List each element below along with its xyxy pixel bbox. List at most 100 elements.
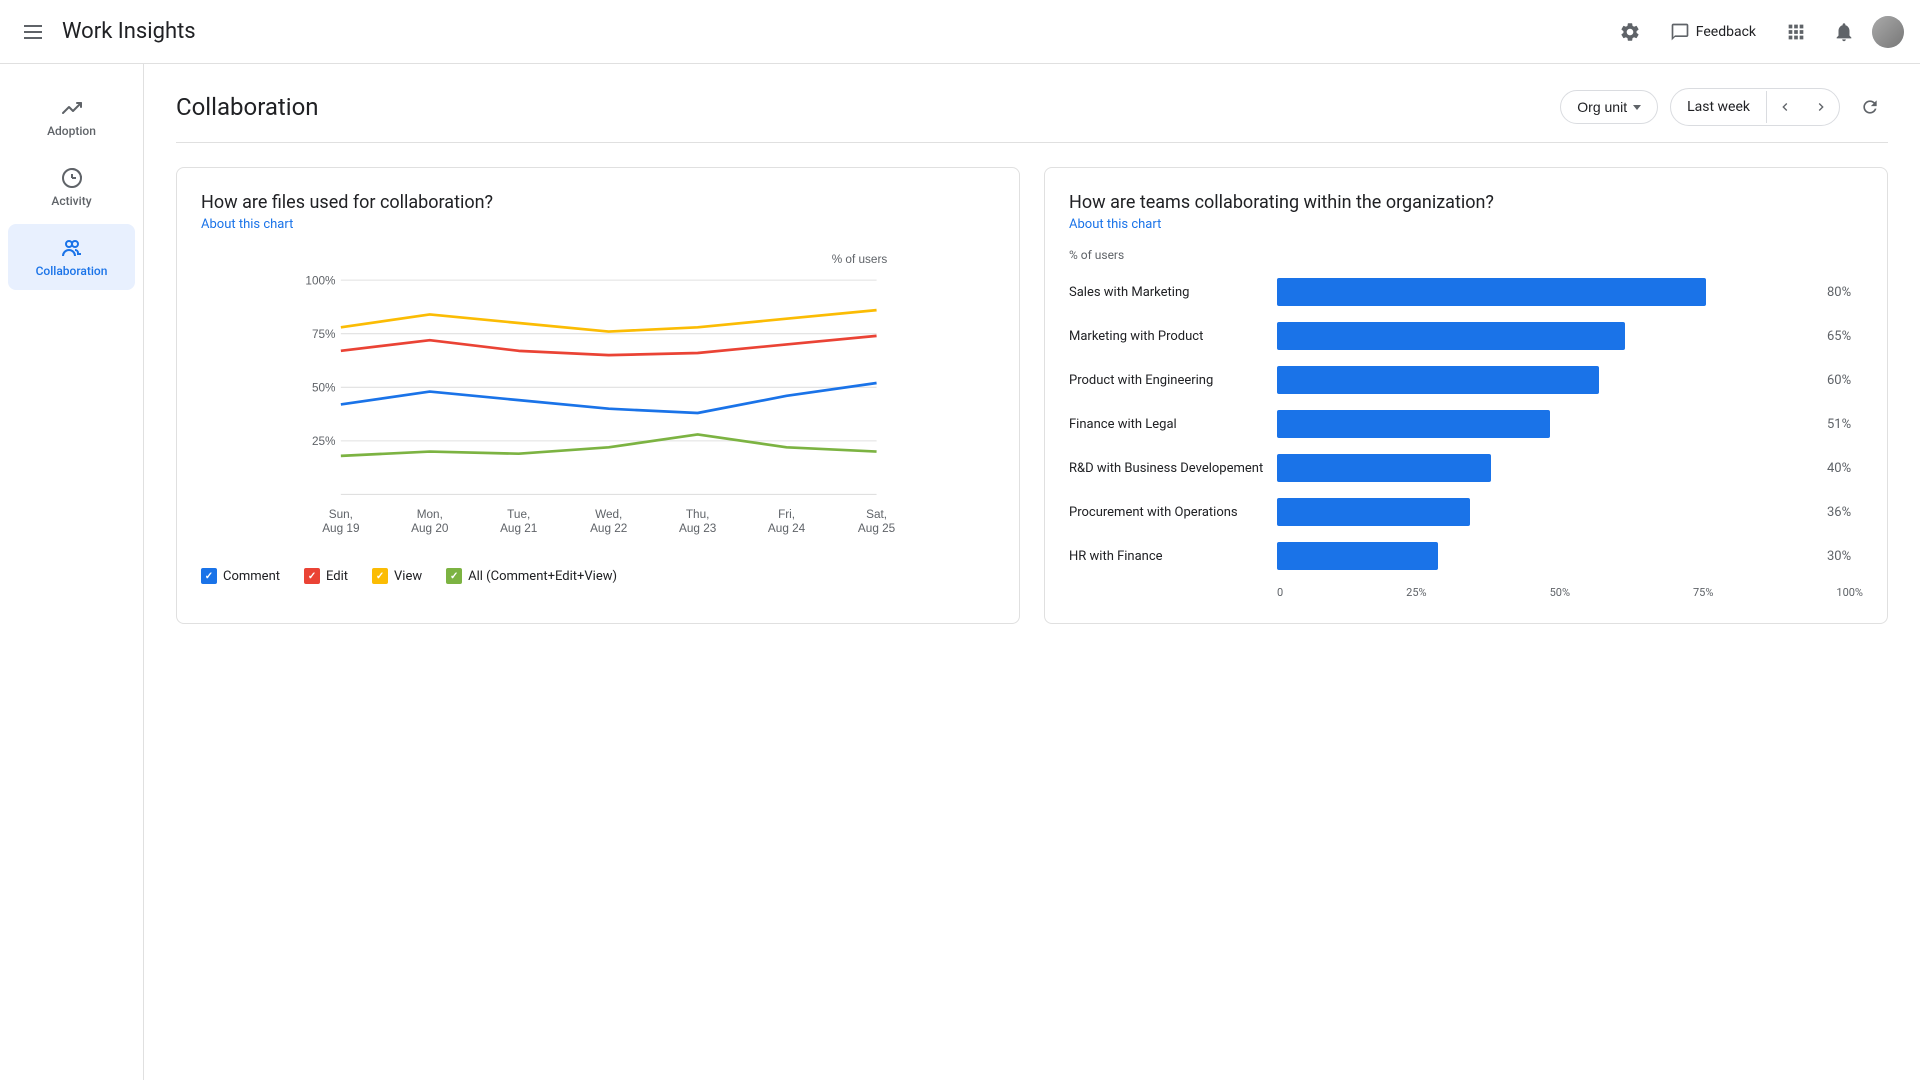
bar-label: Finance with Legal bbox=[1069, 417, 1269, 432]
page-controls: Org unit Last week bbox=[1560, 88, 1888, 126]
bar-pct: 80% bbox=[1827, 285, 1863, 300]
svg-text:Aug 23: Aug 23 bbox=[679, 522, 717, 535]
main-content: Collaboration Org unit Last week bbox=[144, 64, 1920, 648]
bar-fill bbox=[1277, 366, 1599, 394]
bar-chart-card: How are teams collaborating within the o… bbox=[1044, 167, 1888, 624]
svg-text:Aug 25: Aug 25 bbox=[858, 522, 896, 535]
date-range-label: Last week bbox=[1671, 91, 1767, 123]
svg-text:50%: 50% bbox=[312, 382, 336, 395]
svg-text:Aug 19: Aug 19 bbox=[322, 522, 359, 535]
settings-button[interactable] bbox=[1610, 12, 1650, 52]
legend-view[interactable]: ✓ View bbox=[372, 568, 422, 584]
menu-button[interactable] bbox=[16, 17, 50, 47]
legend-comment-label: Comment bbox=[223, 569, 280, 584]
sidebar-label-collaboration: Collaboration bbox=[36, 264, 108, 278]
svg-text:Tue,: Tue, bbox=[507, 508, 530, 521]
x-tick-0: 0 bbox=[1277, 586, 1283, 599]
bar-rows: Sales with Marketing 80% Marketing with Pr… bbox=[1069, 278, 1863, 570]
svg-text:Mon,: Mon, bbox=[417, 508, 443, 521]
svg-text:Aug 24: Aug 24 bbox=[768, 522, 806, 535]
bar-chart-about-link[interactable]: About this chart bbox=[1069, 217, 1863, 232]
legend-comment[interactable]: ✓ Comment bbox=[201, 568, 280, 584]
bar-pct: 30% bbox=[1827, 549, 1863, 564]
legend-view-label: View bbox=[394, 569, 422, 584]
sidebar-item-activity[interactable]: Activity bbox=[8, 154, 135, 220]
notifications-button[interactable] bbox=[1824, 12, 1864, 52]
header-right: Feedback bbox=[1610, 12, 1904, 52]
svg-text:Aug 21: Aug 21 bbox=[500, 522, 537, 535]
page-header: Collaboration Org unit Last week bbox=[176, 88, 1888, 143]
date-nav: Last week bbox=[1670, 88, 1840, 126]
bar-chart-y-label: % of users bbox=[1069, 248, 1863, 262]
legend-all-label: All (Comment+Edit+View) bbox=[468, 569, 617, 584]
sidebar-item-adoption[interactable]: Adoption bbox=[8, 84, 135, 150]
sidebar-item-collaboration[interactable]: Collaboration bbox=[8, 224, 135, 290]
bar-row: Finance with Legal 51% bbox=[1069, 410, 1863, 438]
bar-track bbox=[1277, 410, 1813, 438]
svg-text:100%: 100% bbox=[305, 274, 336, 287]
line-chart-legend: ✓ Comment ✓ Edit ✓ View bbox=[201, 568, 995, 584]
refresh-button[interactable] bbox=[1852, 89, 1888, 125]
bar-fill bbox=[1277, 410, 1550, 438]
chevron-down-icon bbox=[1633, 105, 1641, 110]
bar-row: Marketing with Product 65% bbox=[1069, 322, 1863, 350]
svg-text:Sun,: Sun, bbox=[329, 508, 353, 521]
prev-date-button[interactable] bbox=[1767, 89, 1803, 125]
bar-track bbox=[1277, 366, 1813, 394]
bar-track bbox=[1277, 278, 1813, 306]
next-date-button[interactable] bbox=[1803, 89, 1839, 125]
legend-all[interactable]: ✓ All (Comment+Edit+View) bbox=[446, 568, 617, 584]
svg-text:Thu,: Thu, bbox=[686, 508, 710, 521]
legend-comment-checkbox: ✓ bbox=[201, 568, 217, 584]
sidebar-label-adoption: Adoption bbox=[47, 124, 96, 138]
x-tick-75: 75% bbox=[1693, 586, 1713, 599]
x-tick-25: 25% bbox=[1406, 586, 1426, 599]
feedback-icon bbox=[1670, 22, 1690, 42]
feedback-button[interactable]: Feedback bbox=[1658, 14, 1768, 50]
header-left: Work Insights bbox=[16, 17, 1610, 47]
bar-row: Product with Engineering60% bbox=[1069, 366, 1863, 394]
bar-pct: 65% bbox=[1827, 329, 1863, 344]
bar-label: Marketing with Product bbox=[1069, 329, 1269, 344]
svg-text:25%: 25% bbox=[312, 435, 336, 448]
header: Work Insights Feedback bbox=[0, 0, 1920, 64]
line-chart-svg: % of users 100% 75% 50% 25% bbox=[201, 248, 995, 548]
org-unit-button[interactable]: Org unit bbox=[1560, 90, 1658, 124]
sidebar-label-activity: Activity bbox=[51, 194, 91, 208]
bar-label: Procurement with Operations bbox=[1069, 505, 1269, 520]
bell-icon bbox=[1833, 21, 1855, 43]
bar-label: HR with Finance bbox=[1069, 549, 1269, 564]
bar-row: HR with Finance 30% bbox=[1069, 542, 1863, 570]
line-chart-about-link[interactable]: About this chart bbox=[201, 217, 995, 232]
page-title: Collaboration bbox=[176, 93, 319, 121]
chevron-right-icon bbox=[1813, 99, 1829, 115]
avatar[interactable] bbox=[1872, 16, 1904, 48]
bar-pct: 40% bbox=[1827, 461, 1863, 476]
legend-edit-label: Edit bbox=[326, 569, 348, 584]
chevron-left-icon bbox=[1777, 99, 1793, 115]
apps-icon bbox=[1785, 21, 1807, 43]
bar-pct: 51% bbox=[1827, 417, 1863, 432]
bar-track bbox=[1277, 322, 1813, 350]
legend-edit-checkbox: ✓ bbox=[304, 568, 320, 584]
bar-label: Sales with Marketing bbox=[1069, 285, 1269, 300]
svg-text:Fri,: Fri, bbox=[778, 508, 795, 521]
bar-label: R&D with Business Developement bbox=[1069, 461, 1269, 476]
bar-track bbox=[1277, 542, 1813, 570]
bar-fill bbox=[1277, 498, 1470, 526]
activity-icon bbox=[60, 166, 84, 190]
bar-fill bbox=[1277, 278, 1706, 306]
collaboration-icon bbox=[60, 236, 84, 260]
svg-text:Aug 22: Aug 22 bbox=[590, 522, 627, 535]
apps-button[interactable] bbox=[1776, 12, 1816, 52]
sidebar: Adoption Activity bbox=[0, 64, 144, 1080]
bar-label: Product with Engineering bbox=[1069, 373, 1269, 388]
svg-text:Aug 20: Aug 20 bbox=[411, 522, 449, 535]
bar-chart-title: How are teams collaborating within the o… bbox=[1069, 192, 1863, 213]
trending-up-icon bbox=[60, 96, 84, 120]
svg-text:75%: 75% bbox=[312, 328, 336, 341]
legend-edit[interactable]: ✓ Edit bbox=[304, 568, 348, 584]
charts-row: How are files used for collaboration? Ab… bbox=[176, 167, 1888, 624]
bar-fill bbox=[1277, 454, 1491, 482]
org-unit-label: Org unit bbox=[1577, 99, 1627, 115]
